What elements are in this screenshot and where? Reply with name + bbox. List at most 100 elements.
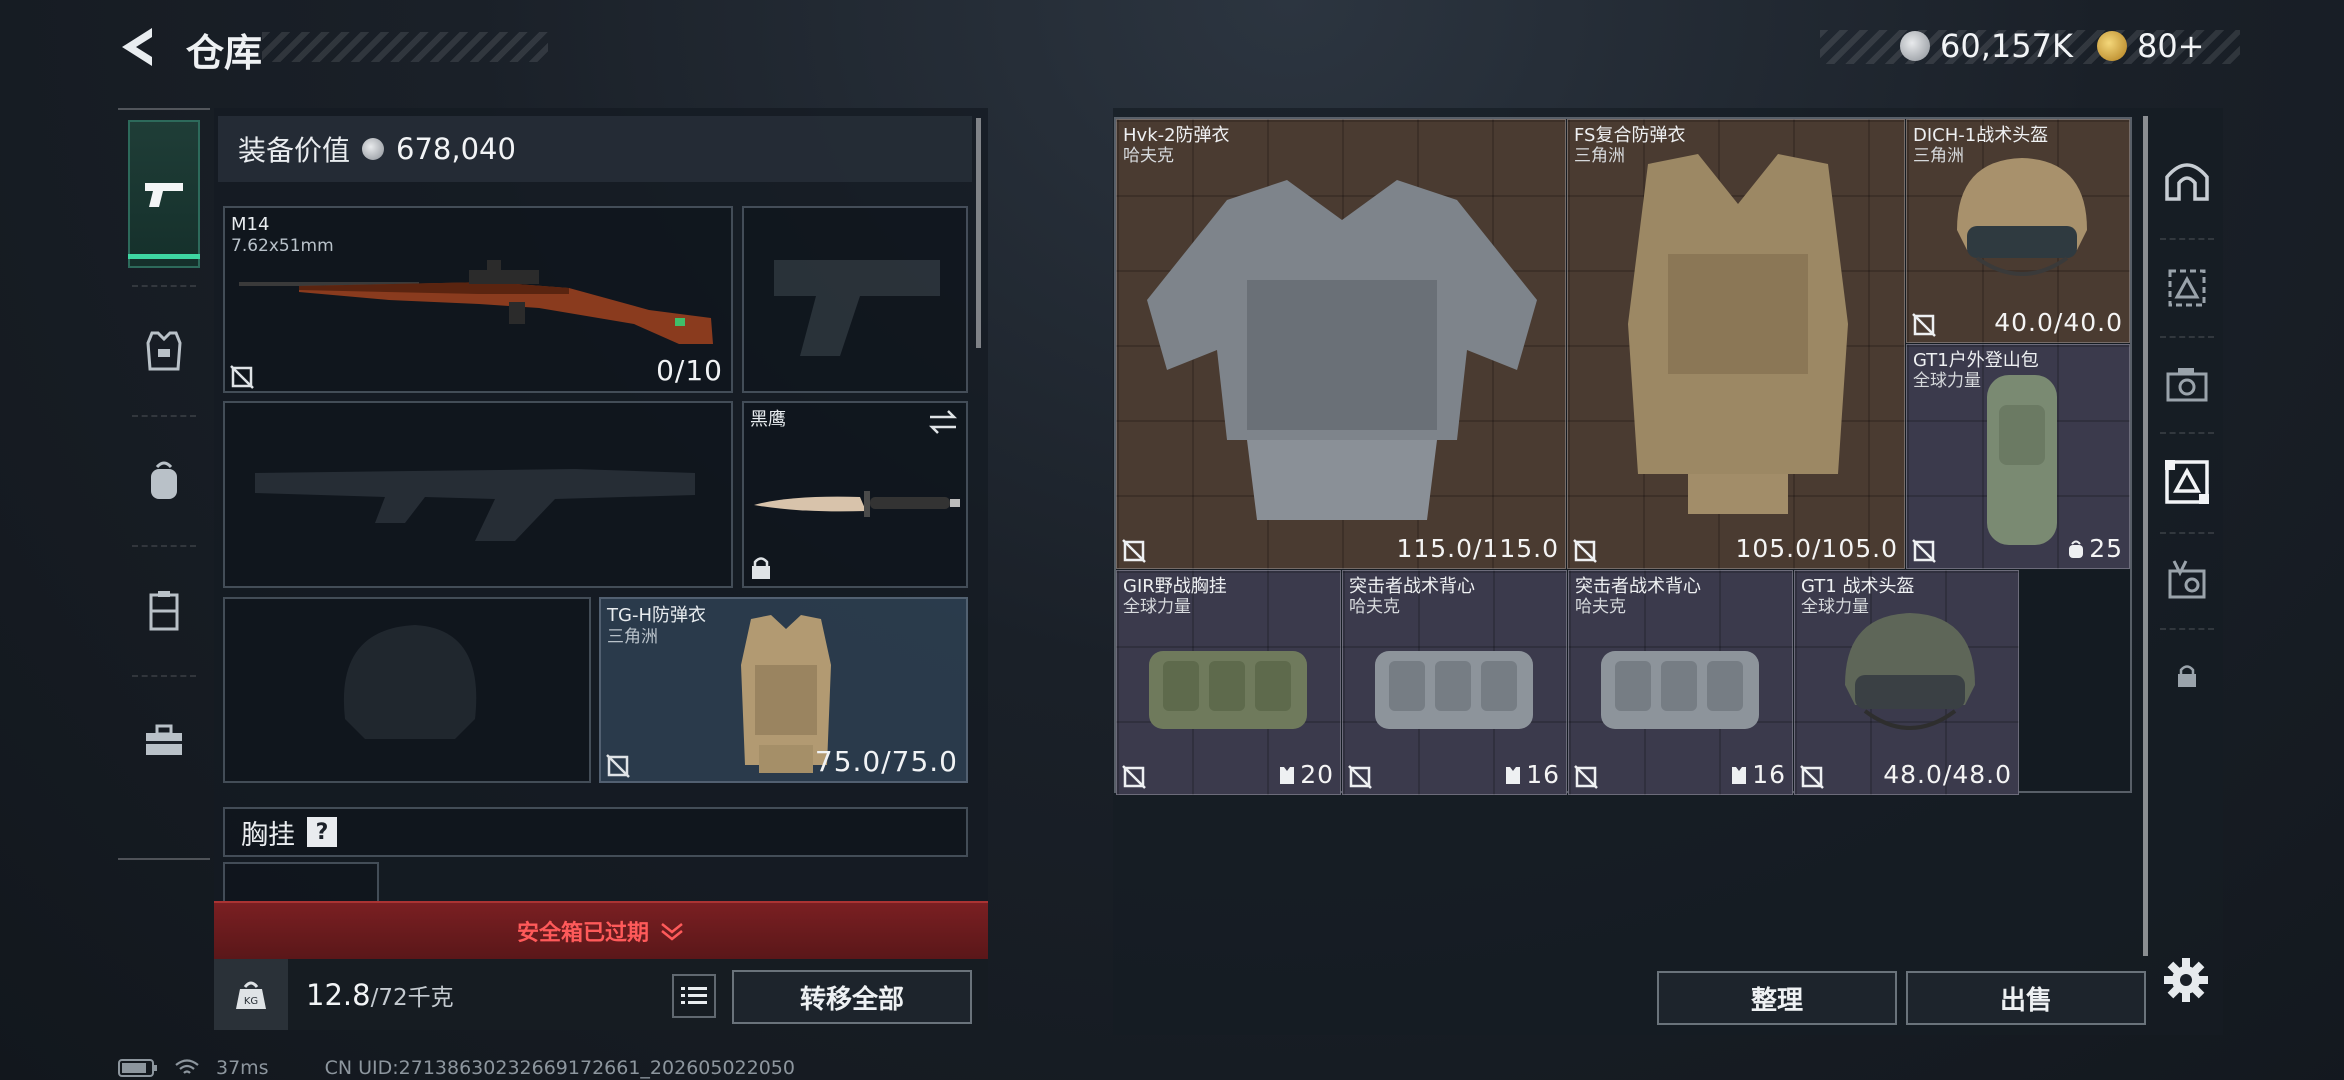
equipment-value: 678,040 <box>396 132 516 166</box>
help-button[interactable]: ? <box>307 817 337 847</box>
item-value: 105.0/105.0 <box>1735 534 1898 563</box>
v-box-icon <box>2168 560 2206 599</box>
item-value: 40.0/40.0 <box>1994 308 2123 337</box>
toolbar-camera-button[interactable] <box>2150 344 2224 424</box>
stash-item[interactable]: DICH-1战术头盔 三角洲 40.0/40.0 <box>1906 119 2130 343</box>
item-sub: 全球力量 <box>1913 371 1981 391</box>
toolbar-locked-slot <box>2150 636 2224 716</box>
armor-map: 三角洲 <box>607 627 658 647</box>
lock-icon <box>2178 665 2196 687</box>
swap-icon[interactable] <box>928 409 958 435</box>
nav-tab-backpack[interactable] <box>128 426 200 536</box>
tactical-helmet-image <box>1957 158 2087 276</box>
capacity-display: 16 <box>1504 760 1560 789</box>
slot-armor[interactable]: TG-H防弹衣 三角洲 75.0/75.0 <box>599 597 968 783</box>
right-toolbar <box>2150 108 2224 1002</box>
stash-item[interactable]: GT1 战术头盔 全球力量 48.0/48.0 <box>1794 570 2019 795</box>
item-sub: 全球力量 <box>1123 597 1191 617</box>
no-insure-icon <box>606 754 630 778</box>
uid-text: CN UID:27138630232669172661_202605022050 <box>324 1057 795 1079</box>
equipment-scrollbar[interactable] <box>976 118 981 348</box>
slot-chest-rig-item[interactable] <box>223 862 379 902</box>
page-title: 仓库 <box>186 31 263 75</box>
pistol-silhouette-icon <box>774 260 940 356</box>
slot-pistol[interactable] <box>742 206 968 393</box>
ping-value: 37ms <box>216 1057 269 1079</box>
slot-melee[interactable]: 黑鹰 <box>742 401 968 588</box>
no-insure-icon <box>1574 765 1598 789</box>
toolbar-stash-button[interactable] <box>2150 440 2224 524</box>
nav-tab-armor[interactable] <box>128 296 200 406</box>
chest-rig-capacity-icon <box>1506 766 1521 784</box>
weapon-name: M14 <box>231 214 270 235</box>
armor-name: TG-H防弹衣 <box>607 605 706 626</box>
slot-helmet[interactable] <box>223 597 591 783</box>
item-name: 突击者战术背心 <box>1349 576 1475 597</box>
nav-tab-weapons[interactable] <box>128 120 200 268</box>
sort-button[interactable]: 整理 <box>1657 971 1897 1025</box>
capacity-display: 25 <box>2067 534 2123 563</box>
chest-rig-label: 胸挂 <box>241 819 295 851</box>
list-view-button[interactable] <box>672 974 716 1018</box>
item-sub: 哈夫克 <box>1575 597 1626 617</box>
status-bar: 37ms CN UID:27138630232669172661_2026050… <box>118 1056 795 1080</box>
case-icon <box>149 591 179 631</box>
toolbar-container-button[interactable] <box>2150 248 2224 328</box>
helmet-silhouette-icon <box>343 625 477 739</box>
no-insure-icon <box>1348 765 1372 789</box>
stash-box-icon <box>2165 460 2209 504</box>
stash-item[interactable]: FS复合防弹衣 三角洲 105.0/105.0 <box>1567 119 1905 569</box>
weight-icon: KG <box>236 981 266 1009</box>
no-insure-icon <box>1912 539 1936 563</box>
item-value: 16 <box>1526 760 1560 789</box>
equipment-value-row: 装备价值 678,040 <box>218 116 972 182</box>
item-name: FS复合防弹衣 <box>1574 125 1686 146</box>
stash-item[interactable]: 突击者战术背心 哈夫克 16 <box>1342 570 1567 795</box>
slot-primary-weapon[interactable]: M14 7.62x51mm 0/10 <box>223 206 733 393</box>
safe-box-expired-text: 安全箱已过期 <box>516 921 649 946</box>
transfer-all-button[interactable]: 转移全部 <box>732 970 972 1024</box>
left-nav <box>118 108 210 860</box>
back-button[interactable] <box>116 24 160 70</box>
silver-coin-icon <box>362 138 385 160</box>
no-insure-icon <box>230 365 254 389</box>
item-value: 115.0/115.0 <box>1396 534 1559 563</box>
weight-current: 12.8 <box>306 978 371 1012</box>
chest-rig-image <box>1149 651 1307 729</box>
item-value: 25 <box>2089 534 2123 563</box>
backpack-icon <box>151 461 177 499</box>
toolbar-v-box-button[interactable] <box>2150 540 2224 620</box>
stash-item[interactable]: 突击者战术背心 哈夫克 16 <box>1568 570 1793 795</box>
stash-item[interactable]: GT1户外登山包 全球力量 25 <box>1906 344 2130 569</box>
no-insure-icon <box>1800 765 1824 789</box>
slot-secondary-weapon[interactable] <box>223 401 733 588</box>
weapon-ammo: 0/10 <box>656 354 723 387</box>
backpack-image <box>1987 375 2057 545</box>
rifle-silhouette-icon <box>255 469 695 541</box>
toolbar-home-button[interactable] <box>2150 138 2224 218</box>
container-triangle-icon <box>2168 269 2206 307</box>
melee-name: 黑鹰 <box>750 409 786 430</box>
arch-icon <box>2165 163 2209 201</box>
currency-bar: 60,157K 80+ <box>1900 24 2204 68</box>
tactical-helmet-image <box>1845 613 1975 730</box>
camera-box-icon <box>2166 368 2208 402</box>
capacity-display: 20 <box>1278 760 1334 789</box>
no-insure-icon <box>1122 539 1146 563</box>
nav-tab-active-indicator <box>128 254 200 259</box>
nav-tab-toolbox[interactable] <box>128 686 200 796</box>
item-name: 突击者战术背心 <box>1575 576 1701 597</box>
sell-button[interactable]: 出售 <box>1906 971 2146 1025</box>
safe-box-expired-banner[interactable]: 安全箱已过期 <box>214 901 988 959</box>
silver-coin-icon <box>1900 31 1930 61</box>
chevron-down-icon <box>661 923 683 941</box>
settings-button[interactable] <box>2156 950 2216 1010</box>
wifi-icon <box>175 1059 199 1074</box>
stash-item[interactable]: Hvk-2防弹衣 哈夫克 115.0/115.0 <box>1116 119 1566 569</box>
gear-icon <box>2164 958 2208 1002</box>
stash-item[interactable]: GIR野战胸挂 全球力量 20 <box>1116 570 1341 795</box>
pistol-icon <box>145 183 183 207</box>
stash-scrollbar[interactable] <box>2143 116 2148 956</box>
nav-tab-container[interactable] <box>128 556 200 666</box>
weight-icon-box: KG <box>214 959 288 1030</box>
